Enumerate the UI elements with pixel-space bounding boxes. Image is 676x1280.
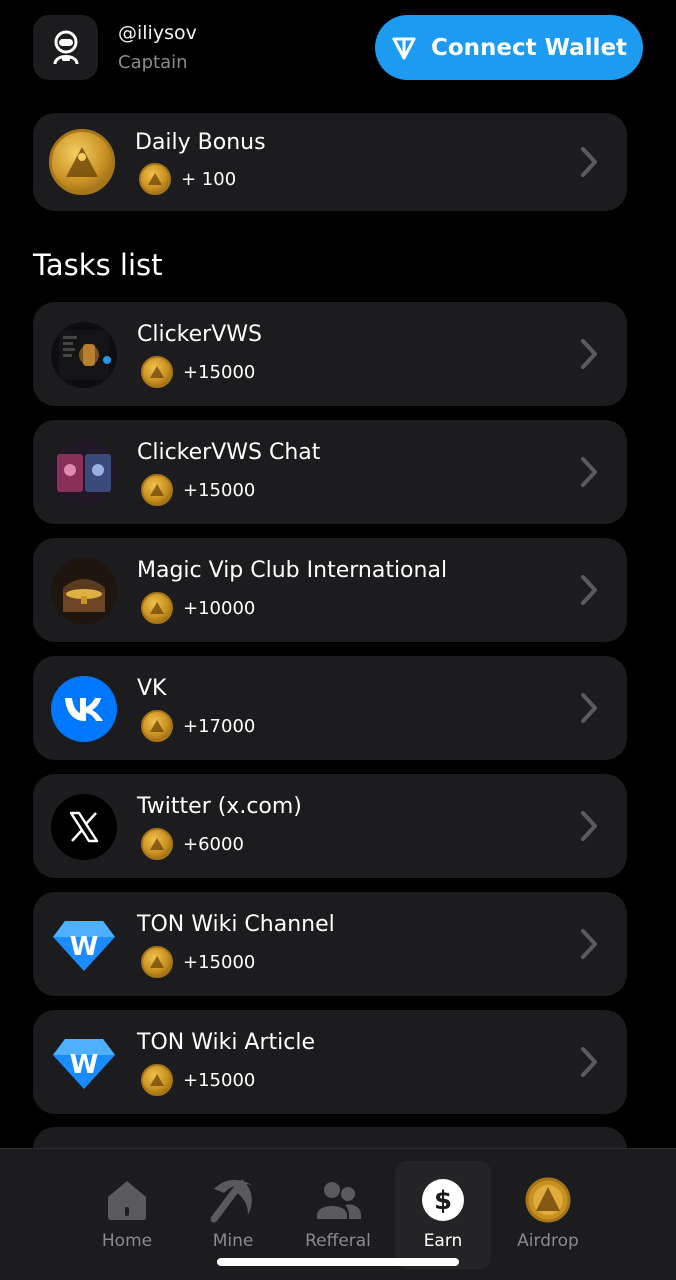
users-icon bbox=[313, 1175, 363, 1225]
task-reward: +17000 bbox=[141, 710, 255, 742]
connect-wallet-button[interactable]: Connect Wallet bbox=[375, 15, 643, 80]
coin-icon bbox=[141, 828, 173, 860]
treasure-chest-thumbnail bbox=[51, 558, 117, 624]
task-reward: +15000 bbox=[141, 1064, 255, 1096]
app-header: @iliysov Captain Connect Wallet bbox=[0, 0, 676, 100]
coin-icon bbox=[141, 946, 173, 978]
vk-logo-icon bbox=[51, 676, 117, 742]
cards-thumbnail bbox=[51, 440, 117, 506]
task-item-ton-wiki-channel[interactable]: W TON Wiki Channel +15000 bbox=[33, 892, 627, 996]
chevron-right-icon bbox=[581, 457, 597, 487]
chevron-right-icon bbox=[581, 811, 597, 841]
daily-bonus-amount: + 100 bbox=[181, 168, 237, 190]
chevron-right-icon bbox=[581, 1047, 597, 1077]
nav-item-airdrop[interactable]: Airdrop bbox=[500, 1161, 596, 1269]
task-reward: +15000 bbox=[141, 474, 255, 506]
home-icon bbox=[102, 1175, 152, 1225]
chevron-right-icon bbox=[581, 929, 597, 959]
coin-icon bbox=[141, 592, 173, 624]
astronaut-icon bbox=[53, 30, 78, 64]
chevron-right-icon bbox=[581, 693, 597, 723]
coin-icon bbox=[139, 163, 171, 195]
ton-wiki-diamond-icon: W bbox=[51, 912, 117, 978]
task-title: ClickerVWS bbox=[137, 322, 262, 347]
daily-bonus-title: Daily Bonus bbox=[135, 130, 266, 155]
daily-bonus-card[interactable]: Daily Bonus + 100 bbox=[33, 113, 627, 211]
tasks-list-title: Tasks list bbox=[33, 248, 163, 282]
task-title: Magic Vip Club International bbox=[137, 558, 448, 583]
home-indicator bbox=[217, 1258, 459, 1266]
nav-label: Earn bbox=[423, 1231, 463, 1251]
ton-logo-icon bbox=[392, 37, 416, 59]
connect-wallet-label: Connect Wallet bbox=[430, 34, 628, 61]
nav-item-home[interactable]: Home bbox=[79, 1161, 175, 1269]
coin-icon bbox=[523, 1175, 573, 1225]
task-item-twitter[interactable]: Twitter (x.com) +6000 bbox=[33, 774, 627, 878]
task-reward: +15000 bbox=[141, 946, 255, 978]
pickaxe-icon bbox=[208, 1175, 258, 1225]
task-reward: +10000 bbox=[141, 592, 255, 624]
task-item-vk[interactable]: VK +17000 bbox=[33, 656, 627, 760]
nav-label: Refferal bbox=[305, 1231, 371, 1251]
coin-icon bbox=[141, 356, 173, 388]
svg-text:W: W bbox=[70, 932, 99, 962]
task-reward-amount: +10000 bbox=[183, 597, 256, 619]
dollar-icon: $ bbox=[418, 1175, 468, 1225]
task-reward-amount: +15000 bbox=[183, 479, 256, 501]
nav-label: Home bbox=[101, 1231, 153, 1251]
svg-text:W: W bbox=[70, 1050, 99, 1080]
nav-label: Mine bbox=[212, 1231, 254, 1251]
nav-item-mine[interactable]: Mine bbox=[185, 1161, 281, 1269]
task-title: ClickerVWS Chat bbox=[137, 440, 321, 465]
ton-wiki-diamond-icon: W bbox=[51, 1030, 117, 1096]
task-title: Twitter (x.com) bbox=[137, 794, 302, 819]
task-title: VK bbox=[137, 676, 167, 701]
nav-label: Airdrop bbox=[517, 1231, 579, 1251]
svg-text:$: $ bbox=[434, 1186, 452, 1216]
avatar[interactable] bbox=[33, 15, 98, 80]
nav-item-refferal[interactable]: Refferal bbox=[290, 1161, 386, 1269]
coin-icon bbox=[141, 710, 173, 742]
app-screenshot-thumbnail bbox=[51, 322, 117, 388]
task-item-ton-wiki-article[interactable]: W TON Wiki Article +15000 bbox=[33, 1010, 627, 1114]
task-item-clickervws-chat[interactable]: ClickerVWS Chat +15000 bbox=[33, 420, 627, 524]
task-title: TON Wiki Channel bbox=[137, 912, 335, 937]
user-rank: Captain bbox=[118, 52, 188, 73]
task-item-clickervws[interactable]: ClickerVWS +15000 bbox=[33, 302, 627, 406]
coin-icon bbox=[141, 474, 173, 506]
chevron-right-icon bbox=[581, 147, 597, 177]
task-reward-amount: +15000 bbox=[183, 361, 256, 383]
task-reward-amount: +17000 bbox=[183, 715, 256, 737]
chevron-right-icon bbox=[581, 339, 597, 369]
daily-bonus-reward: + 100 bbox=[139, 163, 236, 195]
task-reward: +6000 bbox=[141, 828, 244, 860]
task-title: TON Wiki Article bbox=[137, 1030, 316, 1055]
task-reward-amount: +15000 bbox=[183, 1069, 256, 1091]
x-logo-icon bbox=[51, 794, 117, 860]
task-item-magic-vip-club[interactable]: Magic Vip Club International +10000 bbox=[33, 538, 627, 642]
chevron-right-icon bbox=[581, 575, 597, 605]
daily-bonus-coin-icon bbox=[49, 129, 115, 195]
nav-item-earn[interactable]: $ Earn bbox=[395, 1161, 491, 1269]
coin-icon bbox=[141, 1064, 173, 1096]
task-reward-amount: +15000 bbox=[183, 951, 256, 973]
task-reward-amount: +6000 bbox=[183, 833, 244, 855]
task-reward: +15000 bbox=[141, 356, 255, 388]
username: @iliysov bbox=[118, 22, 197, 44]
